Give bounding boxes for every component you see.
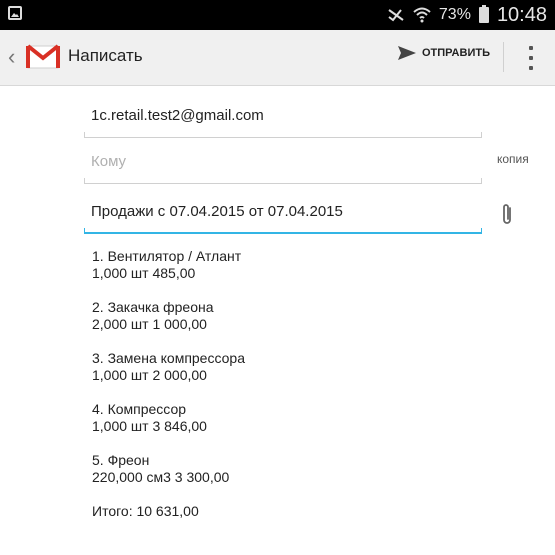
send-button[interactable]: ОТПРАВИТЬ — [398, 46, 490, 60]
send-icon — [398, 46, 416, 60]
subject-value: Продажи с 07.04.2015 от 07.04.2015 — [91, 203, 343, 220]
to-placeholder: Кому — [91, 153, 127, 170]
status-bar: 73% 10:48 — [0, 0, 555, 30]
send-label: ОТПРАВИТЬ — [422, 47, 490, 59]
action-divider — [503, 42, 504, 72]
battery-percent: 73% — [438, 6, 471, 23]
wifi-icon — [413, 7, 431, 23]
list-item: 4. Компрессор 1,000 шт 3 846,00 — [92, 401, 512, 435]
gallery-icon — [8, 6, 22, 20]
page-title: Написать — [68, 46, 143, 65]
attach-icon[interactable] — [500, 202, 514, 228]
list-item: 5. Фреон 220,000 см3 3 300,00 — [92, 452, 512, 486]
item-details: 1,000 шт 485,00 — [92, 265, 196, 281]
status-right-group: 73% 10:48 — [387, 0, 547, 30]
to-underline — [84, 178, 482, 184]
list-item: 2. Закачка фреона 2,000 шт 1 000,00 — [92, 299, 512, 333]
mute-icon — [388, 9, 404, 22]
from-value: 1c.retail.test2@gmail.com — [91, 107, 264, 124]
item-details: 2,000 шт 1 000,00 — [92, 316, 207, 332]
cc-button[interactable]: копия — [497, 152, 529, 166]
item-title: 5. Фреон — [92, 452, 150, 468]
overflow-menu-icon[interactable] — [528, 46, 534, 70]
item-details: 220,000 см3 3 300,00 — [92, 469, 230, 485]
action-bar: ‹ Написать ОТПРАВИТЬ — [0, 30, 555, 86]
list-item: 3. Замена компрессора 1,000 шт 2 000,00 — [92, 350, 512, 384]
list-item: 1. Вентилятор / Атлант 1,000 шт 485,00 — [92, 248, 512, 282]
clock-time: 10:48 — [496, 3, 547, 26]
total-line: Итого: 10 631,00 — [92, 503, 199, 519]
item-details: 1,000 шт 2 000,00 — [92, 367, 207, 383]
item-title: 3. Замена компрессора — [92, 350, 245, 366]
item-title: 1. Вентилятор / Атлант — [92, 248, 242, 264]
back-icon[interactable]: ‹ — [8, 46, 20, 68]
message-body[interactable]: 1. Вентилятор / Атлант 1,000 шт 485,00 2… — [92, 248, 512, 520]
battery-icon — [478, 5, 489, 23]
item-title: 2. Закачка фреона — [92, 299, 214, 315]
subject-field[interactable]: Продажи с 07.04.2015 от 07.04.2015 — [84, 186, 482, 234]
from-field[interactable]: 1c.retail.test2@gmail.com — [84, 90, 482, 138]
item-title: 4. Компрессор — [92, 401, 187, 417]
gmail-logo-icon[interactable] — [24, 38, 62, 76]
to-field[interactable]: Кому — [84, 136, 482, 184]
subject-underline — [84, 228, 482, 234]
item-details: 1,000 шт 3 846,00 — [92, 418, 207, 434]
